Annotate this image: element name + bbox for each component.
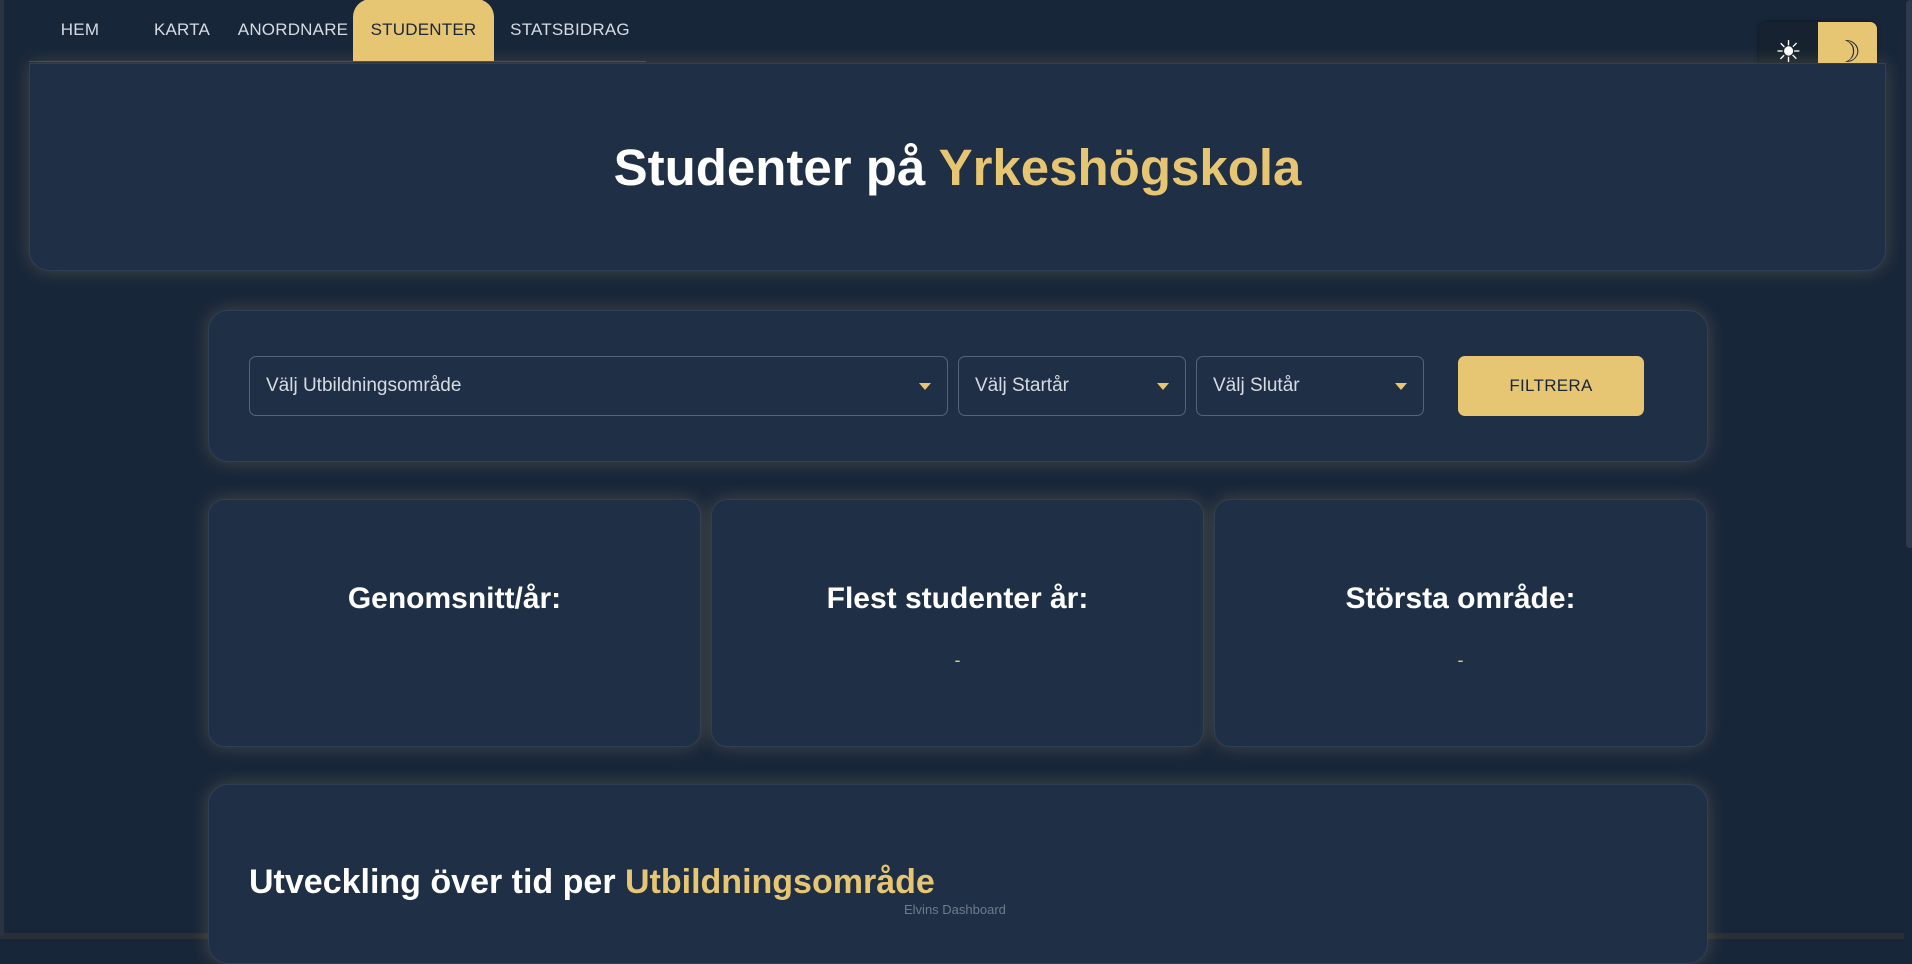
chart-title-accent: Utbildningsområde [625, 863, 935, 901]
stat-label: Flest studenter år: [826, 582, 1089, 615]
stat-card-peak-year: Flest studenter år: - [711, 499, 1204, 747]
page-title-prefix: Studenter på [613, 138, 926, 196]
area-select[interactable]: Välj Utbildningsområde [249, 356, 948, 416]
chevron-down-icon [1395, 383, 1407, 390]
stat-value: - [954, 650, 961, 670]
nav-tab-anordnare[interactable]: ANORDNARE [233, 0, 353, 61]
filter-panel: Välj Utbildningsområde Välj Startår Välj… [208, 310, 1708, 462]
scrollbar[interactable] [1904, 0, 1912, 939]
page-title-accent: Yrkeshögskola [938, 138, 1302, 196]
stat-label: Största område: [1345, 582, 1576, 615]
chart-title-prefix: Utveckling över tid per [249, 863, 616, 901]
nav-tab-karta[interactable]: KARTA [131, 0, 233, 61]
scrollbar-thumb[interactable] [1906, 0, 1912, 548]
area-select-placeholder: Välj Utbildningsområde [266, 375, 462, 396]
end-year-placeholder: Välj Slutår [1213, 375, 1300, 396]
app-window: HEM KARTA ANORDNARE STUDENTER STATSBIDRA… [0, 0, 1912, 964]
nav-tab-statsbidrag[interactable]: STATSBIDRAG [494, 0, 646, 61]
start-year-select[interactable]: Välj Startår [958, 356, 1186, 416]
chart-section-title: Utveckling över tid per Utbildningsområd… [249, 863, 935, 902]
stat-card-average: Genomsnitt/år: [208, 499, 701, 747]
chart-section: Utveckling över tid per Utbildningsområd… [208, 784, 1708, 964]
end-year-select[interactable]: Välj Slutår [1196, 356, 1424, 416]
nav-tab-hem[interactable]: HEM [29, 0, 131, 61]
main-nav: HEM KARTA ANORDNARE STUDENTER STATSBIDRA… [29, 0, 646, 62]
stat-card-largest-area: Största område: - [1214, 499, 1707, 747]
page-header: Studenter på Yrkeshögskola [29, 63, 1886, 271]
page-title: Studenter på Yrkeshögskola [614, 138, 1302, 197]
chevron-down-icon [919, 383, 931, 390]
chevron-down-icon [1157, 383, 1169, 390]
filter-button[interactable]: FILTRERA [1458, 356, 1644, 416]
stat-value: - [1457, 650, 1464, 670]
nav-tab-studenter[interactable]: STUDENTER [353, 0, 494, 61]
start-year-placeholder: Välj Startår [975, 375, 1069, 396]
footer-text: Elvins Dashboard [904, 902, 1006, 917]
stat-label: Genomsnitt/år: [347, 582, 562, 615]
